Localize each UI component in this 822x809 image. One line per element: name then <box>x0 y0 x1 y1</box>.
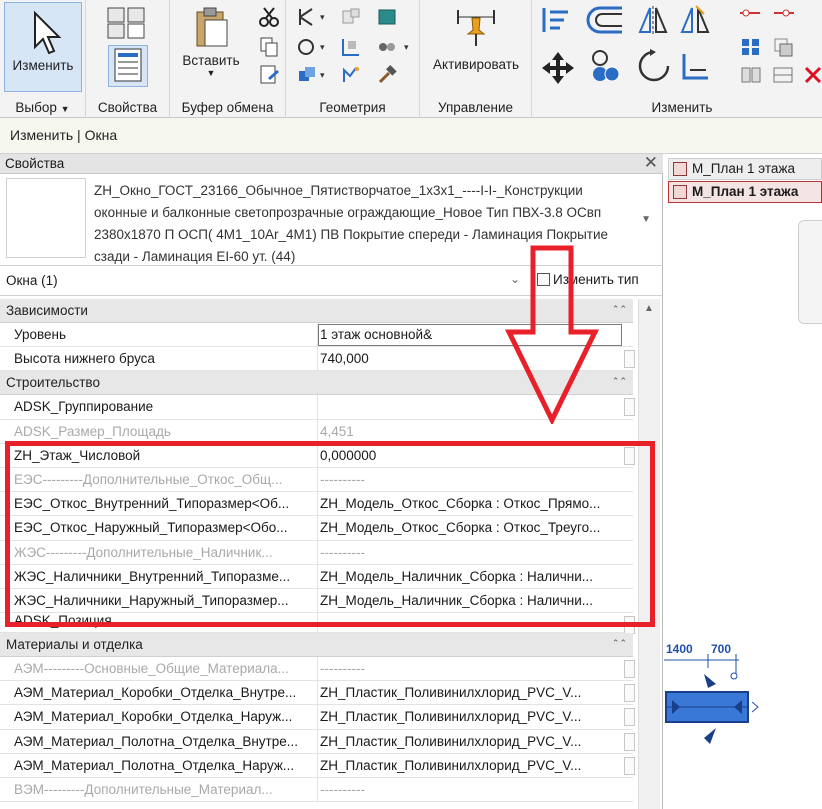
view-tab-plan-1[interactable]: М_План 1 этажа <box>668 158 822 180</box>
group-icon[interactable] <box>772 64 794 86</box>
trim-extend-icon[interactable] <box>678 48 714 84</box>
property-row[interactable]: АЭМ_Материал_Коробки_Отделка_Наруж... ZH… <box>0 705 635 730</box>
panel-geometry: ▾ ▾ ▾ ▾ Геометрия <box>286 0 420 118</box>
property-row[interactable]: АЭМ_Материал_Коробки_Отделка_Внутре... Z… <box>0 681 635 706</box>
type-properties-icon[interactable] <box>106 6 146 40</box>
modify-button[interactable]: Изменить <box>4 2 82 92</box>
paste-label: Вставить <box>182 53 240 68</box>
floor-plan-icon <box>673 185 687 200</box>
join-geometry-icon[interactable] <box>376 6 398 28</box>
instance-filter[interactable]: Окна (1) <box>6 273 58 288</box>
panel-select: Изменить Выбор ▼ <box>0 0 86 118</box>
panel-modify: Изменить <box>532 0 822 118</box>
match-properties-icon[interactable] <box>258 64 280 86</box>
associate-parameter-button[interactable] <box>624 660 635 679</box>
associate-parameter-button[interactable] <box>624 708 635 727</box>
pin-icon[interactable] <box>738 4 762 22</box>
modify-label: Изменить <box>12 58 74 73</box>
navigation-bar[interactable] <box>798 220 822 324</box>
unpin-icon[interactable] <box>772 4 796 22</box>
geometry-panel-label: Геометрия <box>319 100 386 115</box>
properties-toggle-button[interactable] <box>108 45 148 87</box>
down-arrow-annotation <box>505 245 600 424</box>
associate-parameter-button[interactable] <box>624 684 635 703</box>
mirror-draw-axis-icon[interactable] <box>678 4 710 36</box>
align-icon[interactable] <box>540 4 572 36</box>
property-row[interactable]: АЭМ_Материал_Полотна_Отделка_Наруж... ZH… <box>0 753 635 778</box>
split-element-icon[interactable] <box>740 64 762 86</box>
ribbon: Изменить Выбор ▼ Свойства Вставить ▼ Буф… <box>0 0 822 118</box>
cursor-arrow-icon <box>34 10 62 55</box>
collapse-icon[interactable]: ⌃⌃ <box>612 376 627 387</box>
delete-icon[interactable] <box>802 64 822 86</box>
activate-button[interactable]: Активировать <box>424 2 528 88</box>
properties-panel-label: Свойства <box>97 100 158 115</box>
group-header[interactable]: Материалы и отделка ⌃⌃ <box>0 633 633 658</box>
window-plan-symbol[interactable] <box>664 654 822 754</box>
manage-panel-label: Управление <box>437 100 514 115</box>
collapse-icon[interactable]: ⌃⌃ <box>612 304 627 315</box>
properties-title-bar: Свойства ✕ <box>0 153 663 174</box>
close-icon[interactable]: ✕ <box>644 153 658 173</box>
property-row[interactable]: АЭМ---------Основные_Общие_Материала... … <box>0 657 635 682</box>
wall-join-icon[interactable] <box>296 36 318 58</box>
cut-geometry-icon[interactable] <box>340 6 362 28</box>
panel-clipboard: Вставить ▼ Буфер обмена <box>170 0 286 118</box>
select-panel-dropdown[interactable]: Выбор ▼ <box>0 100 85 115</box>
property-row[interactable]: АЭМ_Материал_Полотна_Отделка_Внутре... Z… <box>0 729 635 754</box>
associate-parameter-button[interactable] <box>624 732 635 751</box>
demolish-icon[interactable] <box>296 64 318 86</box>
copy-icon[interactable] <box>258 36 280 58</box>
offset-icon[interactable] <box>586 4 626 36</box>
collapse-icon[interactable]: ⌃⌃ <box>612 638 627 649</box>
cut-icon[interactable] <box>258 6 280 28</box>
panel-manage: Активировать Управление <box>420 0 532 118</box>
type-thumbnail <box>6 178 86 258</box>
associate-parameter-button[interactable] <box>624 350 635 369</box>
copy-element-icon[interactable] <box>590 48 622 84</box>
context-tab-label[interactable]: Изменить | Окна <box>10 127 117 143</box>
rotate-icon[interactable] <box>636 48 672 86</box>
chevron-down-icon[interactable]: ▼ <box>641 214 651 225</box>
associate-parameter-button[interactable] <box>624 398 635 417</box>
hammer-icon[interactable] <box>376 64 398 86</box>
view-tab-plan-1-active[interactable]: М_План 1 этажа <box>668 181 822 203</box>
floor-plan-icon <box>673 162 687 177</box>
activate-dimensions-icon <box>457 10 495 46</box>
revit-window: Изменить Выбор ▼ Свойства Вставить ▼ Буф… <box>0 0 822 809</box>
array-icon[interactable] <box>740 36 762 58</box>
scroll-up-icon[interactable]: ▲ <box>644 303 654 314</box>
move-icon[interactable] <box>540 50 576 86</box>
paint-icon[interactable] <box>376 36 398 58</box>
property-row[interactable]: ВЭМ---------Дополнительные_Материал... -… <box>0 778 633 803</box>
activate-label: Активировать <box>433 57 519 72</box>
context-tab-bar: Изменить | Окна <box>0 118 822 154</box>
split-icon[interactable] <box>340 64 362 86</box>
clipboard-panel-label: Буфер обмена <box>181 100 274 115</box>
split-face-icon[interactable] <box>340 36 362 58</box>
mirror-pick-axis-icon[interactable] <box>636 4 668 36</box>
associate-parameter-button[interactable] <box>624 756 635 775</box>
cope-icon[interactable] <box>296 6 318 28</box>
properties-title: Свойства <box>5 156 65 171</box>
clipboard-icon <box>196 7 228 47</box>
panel-properties: Свойства <box>86 0 170 118</box>
paste-button[interactable]: Вставить ▼ <box>174 2 248 88</box>
drawing-view[interactable]: М_План 1 этажа М_План 1 этажа 1400 700 <box>664 154 822 809</box>
highlight-box <box>5 441 655 627</box>
properties-icon <box>114 48 142 82</box>
scale-icon[interactable] <box>772 36 794 58</box>
modify-panel-label: Изменить <box>651 100 713 115</box>
